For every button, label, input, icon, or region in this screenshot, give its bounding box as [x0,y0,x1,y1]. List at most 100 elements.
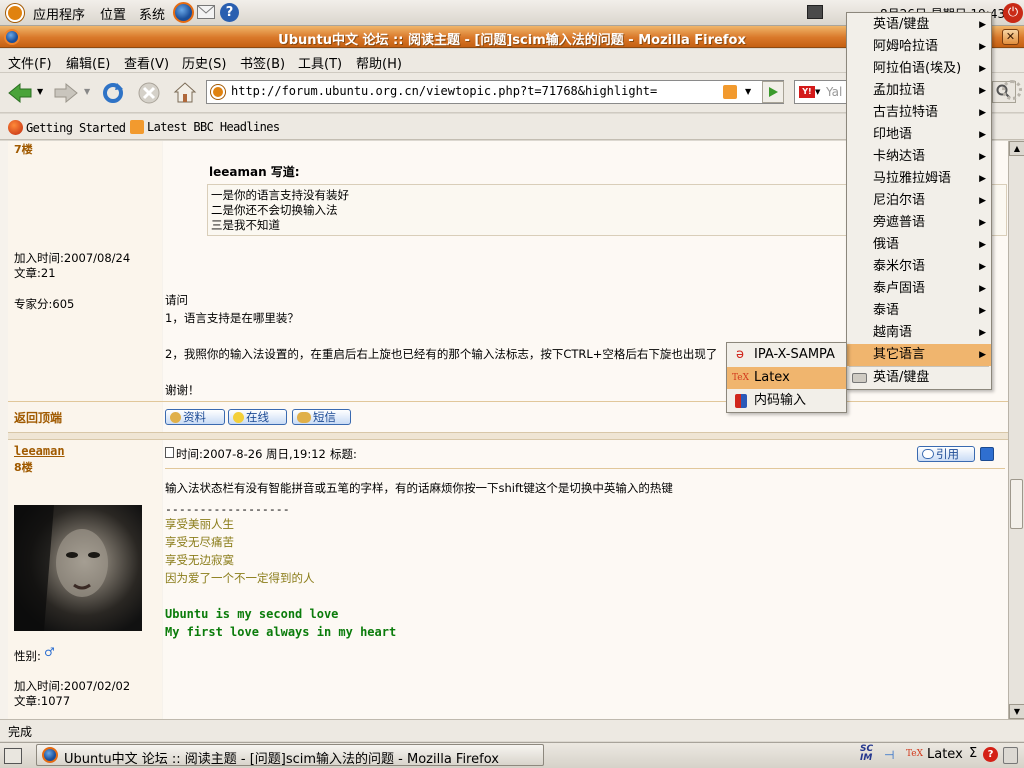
url-bar[interactable]: http://forum.ubuntu.org.cn/viewtopic.php… [206,80,784,104]
search-engine-dropdown-icon[interactable]: ▼ [815,88,820,96]
back-dropdown-icon[interactable]: ▼ [37,87,43,96]
reload-icon[interactable] [100,80,126,106]
search-input-placeholder[interactable]: Yal [826,85,842,99]
back-arrow-icon[interactable] [6,80,34,106]
menu-bookmarks[interactable]: 书签(B) [240,53,285,72]
rss-feed-icon[interactable] [723,85,737,99]
submenu-item-unicode[interactable]: 内码输入 [727,390,846,412]
bookmark-label: Getting Started [26,120,126,135]
scim-icon[interactable]: SC IM [860,745,878,765]
home-icon[interactable] [172,79,198,105]
submenu-item-ipa[interactable]: ə IPA-X-SAMPA [727,344,846,366]
menu-tools[interactable]: 工具(T) [298,53,342,72]
lang-menu-item[interactable]: 古吉拉特语 ▶ [847,102,991,124]
post2-gender: 性别: [14,649,41,663]
quote-author: leeaman 写道: [209,165,300,179]
pm-button[interactable]: 短信 [292,409,351,425]
scroll-down-button[interactable]: ▼ [1009,704,1024,719]
lang-menu-item[interactable]: 泰米尔语 ▶ [847,256,991,278]
trash-icon[interactable] [1003,747,1018,764]
firefox-task-icon [42,747,58,763]
lang-menu-item[interactable]: 卡纳达语 ▶ [847,146,991,168]
mail-launcher-icon[interactable] [197,5,215,19]
user-icon [170,411,181,423]
lang-menu-item[interactable]: 马拉雅拉姆语 ▶ [847,168,991,190]
forward-dropdown-icon[interactable]: ▼ [84,87,90,96]
signature-line: 享受无边寂寞 [165,553,234,567]
lang-menu-item[interactable]: 英语/键盘 ▶ [847,14,991,36]
forward-arrow-icon[interactable] [52,80,80,106]
menu-view[interactable]: 查看(V) [124,53,169,72]
users-icon [297,411,311,423]
close-window-button[interactable]: ✕ [1002,29,1019,45]
quote-reply-button[interactable]: 引用 [917,446,975,462]
menu-history[interactable]: 历史(S) [182,53,226,72]
menu-help[interactable]: 帮助(H) [356,53,402,72]
taskbar-firefox-button[interactable]: Ubuntu中文 论坛 :: 阅读主题 - [问题]scim输入法的问题 - M… [36,744,544,767]
lang-menu-item[interactable]: 泰语 ▶ [847,300,991,322]
bookmark-getting-started[interactable]: Getting Started [8,120,126,135]
post2-author-link[interactable]: leeaman [14,444,65,458]
lang-menu-item[interactable]: 俄语 ▶ [847,234,991,256]
lang-menu-item[interactable]: 越南语 ▶ [847,322,991,344]
lang-menu-item[interactable]: 泰卢固语 ▶ [847,278,991,300]
yahoo-engine-icon[interactable]: Y! [799,86,815,98]
quote-reply-label: 引用 [936,447,959,461]
site-favicon-icon [211,85,225,99]
schwa-icon: ə [736,347,744,362]
quote-line: 三是我不知道 [211,218,280,232]
page-scrollbar[interactable]: ▲ ▼ [1008,141,1024,719]
ubuntu-logo-icon[interactable] [6,4,24,22]
post1-line: 2，我照你的输入法设置的，在重启后右上旋也已经有的那个输入法标志，按下CTRL+… [165,347,718,361]
scim-current-input-method[interactable]: Latex [927,747,963,762]
lang-menu-item-other[interactable]: 其它语言 ▶ [847,344,991,366]
lang-menu-item[interactable]: 阿拉伯语(埃及) ▶ [847,58,991,80]
lang-menu-item[interactable]: 印地语 ▶ [847,124,991,146]
firefox-bookmark-icon [8,120,23,135]
lang-menu-item[interactable]: 阿姆哈拉语 ▶ [847,36,991,58]
status-bar: 完成 [0,719,1024,741]
post2-text: 输入法状态栏有没有智能拼音或五笔的字样，有的话麻烦你按一下shift键这个是切换… [165,481,673,495]
go-arrow-icon[interactable] [762,81,784,103]
menu-edit[interactable]: 编辑(E) [66,53,110,72]
lang-menu-item[interactable]: 尼泊尔语 ▶ [847,190,991,212]
back-to-top-cell: 返回顶端 [8,402,162,432]
menu-file[interactable]: 文件(F) [8,53,52,72]
avatar[interactable] [14,505,142,631]
post2-user-panel: leeaman 8楼 性别: ♂ 加入时间:2007/02/02 文章:1077 [8,440,162,719]
shutdown-icon[interactable]: ⏻ [1003,3,1023,23]
scroll-thumb[interactable] [1010,479,1023,529]
url-text[interactable]: http://forum.ubuntu.org.cn/viewtopic.php… [231,84,657,98]
system-menu[interactable]: 系统 [139,4,165,23]
lang-menu-item[interactable]: 孟加拉语 ▶ [847,80,991,102]
stop-icon[interactable] [136,80,162,106]
online-button[interactable]: 在线 [228,409,287,425]
submenu-item-latex[interactable]: TeX Latex [727,367,846,389]
scroll-up-button[interactable]: ▲ [1009,141,1024,156]
bookmark-label: Latest BBC Headlines [147,120,280,134]
firefox-launcher-icon[interactable] [173,2,194,23]
bookmark-bbc-headlines[interactable]: Latest BBC Headlines [130,120,280,134]
back-to-top-link[interactable]: 返回顶端 [14,409,62,426]
scim-help-icon[interactable]: ? [983,747,998,762]
help-launcher-icon[interactable]: ? [220,3,239,22]
pm-button-label: 短信 [313,410,336,424]
bulb-icon [233,411,244,423]
profile-buttons-row: 资料 在线 短信 [163,402,1008,432]
url-history-dropdown-icon[interactable]: ▼ [745,87,751,96]
lang-menu-item[interactable]: 旁遮普语 ▶ [847,212,991,234]
places-menu[interactable]: 位置 [100,4,126,23]
profile-button[interactable]: 资料 [165,409,225,425]
title-divider [165,468,1005,469]
edit-button-icon[interactable] [980,447,994,461]
post2-join-date: 加入时间:2007/02/02 [14,679,131,693]
applications-menu[interactable]: 应用程序 [33,4,85,23]
signature-separator: ------------------ [165,502,290,516]
show-desktop-icon[interactable] [4,748,22,764]
pin-icon[interactable]: ⊣ [884,748,894,762]
post1-articles: 文章:21 [14,266,56,280]
throbber-icon [1002,80,1022,100]
taskbar-window-title: Ubuntu中文 论坛 :: 阅读主题 - [问题]scim输入法的问题 - M… [64,752,499,767]
lang-menu-item-keyboard[interactable]: 英语/键盘 [847,367,991,389]
scim-sigma-button[interactable]: Σ [969,746,977,761]
